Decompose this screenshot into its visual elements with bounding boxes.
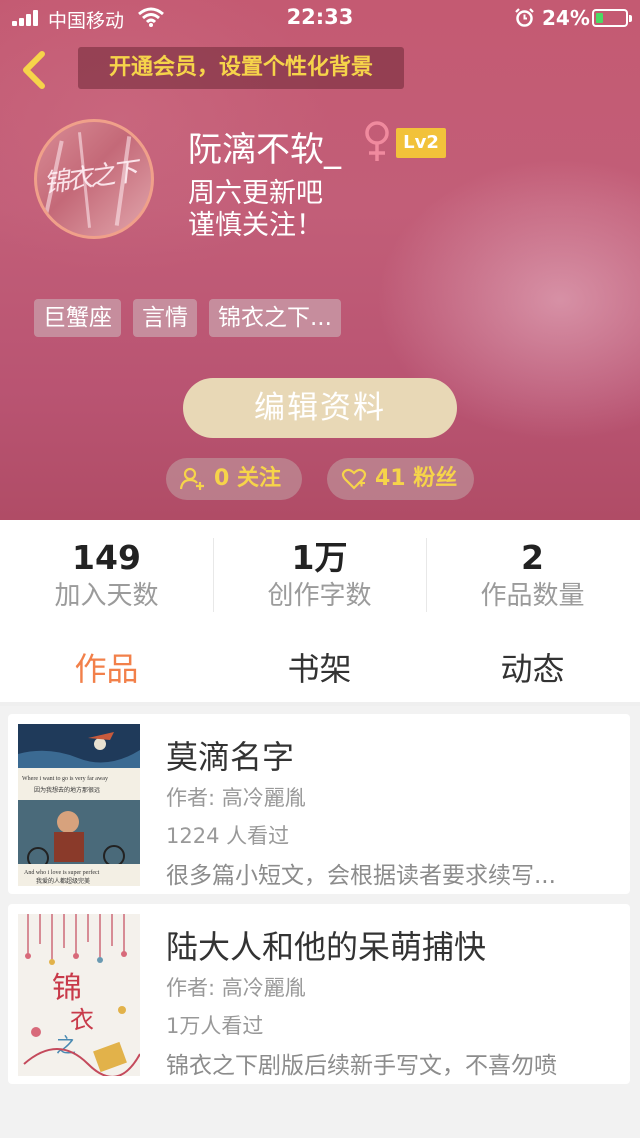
tag[interactable]: 言情 <box>133 299 197 337</box>
tag-list: 巨蟹座 言情 锦衣之下... <box>34 299 341 337</box>
tag[interactable]: 巨蟹座 <box>34 299 121 337</box>
stat-label: 加入天数 <box>54 581 159 611</box>
stat-label: 作品数量 <box>480 581 585 611</box>
book-title[interactable]: 陆大人和他的呆萌捕快 <box>166 922 486 968</box>
fans-count: 41 粉丝 <box>375 466 458 491</box>
status-bar: 中国移动 22:33 24% <box>0 0 640 36</box>
bio-line-1: 周六更新吧 <box>188 178 323 209</box>
book-author: 作者: 高冷麗胤 <box>166 976 306 1000</box>
battery-percent: 24% <box>542 6 590 30</box>
book-card[interactable]: Where i want to go is very far away 因为我想… <box>8 714 630 894</box>
book-list: Where i want to go is very far away 因为我想… <box>0 706 640 1138</box>
book-views: 1224 人看过 <box>166 824 290 848</box>
book-card[interactable]: 锦 衣 之 陆大人和他的呆萌捕快 作者: 高冷麗胤 1万人看过 锦衣之下剧版后续… <box>8 904 630 1084</box>
profile-content: 149 加入天数 1万 创作字数 2 作品数量 作品 书架 动态 Where i… <box>0 520 640 1138</box>
tab-works[interactable]: 作品 <box>0 644 213 690</box>
book-description: 很多篇小短文，会根据读者要求续写... <box>166 863 556 889</box>
book-views: 1万人看过 <box>166 1014 264 1038</box>
book-title[interactable]: 莫滴名字 <box>166 732 294 778</box>
svg-text:Where i want to go is very far: Where i want to go is very far away <box>22 775 108 782</box>
stat-value: 2 <box>521 538 544 577</box>
tag[interactable]: 锦衣之下... <box>209 299 341 337</box>
stat-words: 1万 创作字数 <box>213 538 426 614</box>
stat-days: 149 加入天数 <box>0 538 213 614</box>
level-badge: Lv2 <box>396 128 446 158</box>
svg-text:锦: 锦 <box>52 971 82 1006</box>
add-user-icon <box>180 467 204 490</box>
username: 阮漓不软_ <box>188 130 341 170</box>
book-cover[interactable]: 锦 衣 之 <box>18 914 140 1076</box>
book-cover[interactable]: Where i want to go is very far away 因为我想… <box>18 724 140 886</box>
bio-line-2: 谨慎关注！ <box>188 210 323 241</box>
stat-works: 2 作品数量 <box>426 538 639 614</box>
stat-value: 149 <box>72 538 141 577</box>
stat-value: 1万 <box>291 538 348 577</box>
edit-profile-button[interactable]: 编辑资料 <box>183 378 457 438</box>
tab-bar: 作品 书架 动态 <box>0 638 640 694</box>
book-description: 锦衣之下剧版后续新手写文，不喜勿喷 <box>166 1053 557 1079</box>
battery-fill <box>596 13 603 23</box>
alarm-icon <box>515 8 534 27</box>
female-icon <box>365 121 389 161</box>
bio: 周六更新吧 谨慎关注！ <box>188 178 323 242</box>
svg-text:因为我想去的地方那很远: 因为我想去的地方那很远 <box>34 786 100 794</box>
avatar[interactable]: 锦衣之下 <box>34 119 154 239</box>
profile-header: 中国移动 22:33 24% 开通会员，设置个性化背景 锦衣之下 阮漓不软_ L… <box>0 0 640 520</box>
following-button[interactable]: 0 关注 <box>166 458 302 500</box>
svg-text:衣: 衣 <box>70 1006 94 1034</box>
following-count: 0 关注 <box>214 466 281 491</box>
tab-bookshelf[interactable]: 书架 <box>213 644 426 690</box>
svg-text:And who i love is super perfec: And who i love is super perfect <box>24 869 100 876</box>
heart-icon <box>341 468 367 490</box>
svg-text:我爱的人都超级完美: 我爱的人都超级完美 <box>36 877 90 885</box>
vip-banner[interactable]: 开通会员，设置个性化背景 <box>78 47 404 89</box>
back-button[interactable] <box>14 48 54 92</box>
tab-activity[interactable]: 动态 <box>426 644 639 690</box>
stat-label: 创作字数 <box>267 581 372 611</box>
battery-icon <box>592 9 632 27</box>
fans-button[interactable]: 41 粉丝 <box>327 458 474 500</box>
stats-row: 149 加入天数 1万 创作字数 2 作品数量 <box>0 520 640 616</box>
book-author: 作者: 高冷麗胤 <box>166 786 306 810</box>
